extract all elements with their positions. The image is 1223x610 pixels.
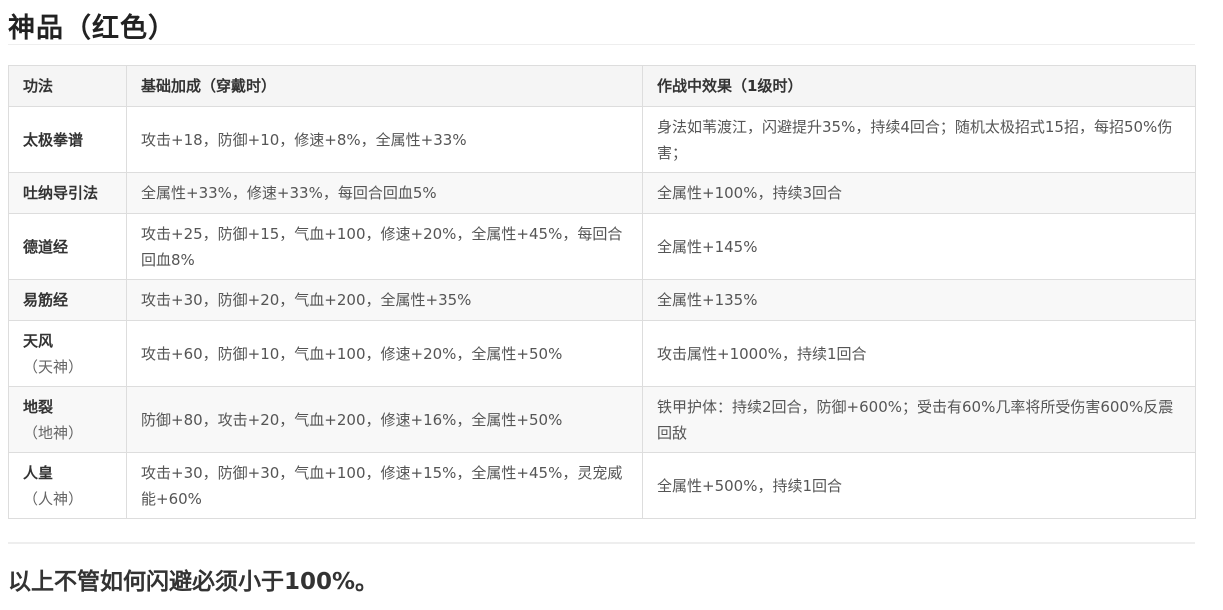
base-bonus-cell: 攻击+25，防御+15，气血+100，修速+20%，全属性+45%，每回合回血8…: [126, 213, 643, 280]
battle-effect-cell: 铁甲护体：持续2回合，防御+600%；受击有60%几率将所受伤害600%反震回敌: [642, 386, 1196, 453]
table-row: 地裂 （地神） 防御+80，攻击+20，气血+200，修速+16%，全属性+50%…: [8, 386, 1196, 453]
table-header-row: 功法 基础加成（穿戴时） 作战中效果（1级时）: [8, 65, 1196, 107]
base-bonus-cell: 攻击+18，防御+10，修速+8%，全属性+33%: [126, 106, 643, 173]
skill-name: 天风: [23, 331, 54, 350]
base-bonus-cell: 防御+80，攻击+20，气血+200，修速+16%，全属性+50%: [126, 386, 643, 453]
skill-note: （人神）: [23, 489, 84, 508]
base-bonus-cell: 攻击+30，防御+30，气血+100，修速+15%，全属性+45%，灵宠威能+6…: [126, 452, 643, 519]
header-battle-effect: 作战中效果（1级时）: [642, 65, 1196, 107]
skill-name-cell: 太极拳谱: [8, 106, 127, 173]
page-title: 神品（红色）: [8, 13, 176, 44]
battle-effect-cell: 全属性+500%，持续1回合: [642, 452, 1196, 519]
battle-effect-cell: 身法如苇渡江，闪避提升35%，持续4回合；随机太极招式15招，每招50%伤害；: [642, 106, 1196, 173]
base-bonus-cell: 攻击+60，防御+10，气血+100，修速+20%，全属性+50%: [126, 320, 643, 387]
table-row: 人皇 （人神） 攻击+30，防御+30，气血+100，修速+15%，全属性+45%…: [8, 452, 1196, 519]
skills-table: 功法 基础加成（穿戴时） 作战中效果（1级时） 太极拳谱 攻击+18，防御+10…: [8, 65, 1196, 519]
skill-name: 地裂: [23, 397, 54, 416]
skill-name: 人皇: [23, 463, 54, 482]
skill-name-cell: 人皇 （人神）: [8, 452, 127, 519]
skill-name: 太极拳谱: [23, 130, 84, 149]
table-row: 易筋经 攻击+30，防御+20，气血+200，全属性+35% 全属性+135%: [8, 279, 1196, 321]
footer-note: 以上不管如何闪避必须小于100%。: [8, 569, 379, 595]
skill-note: （地神）: [23, 423, 84, 442]
base-bonus-cell: 全属性+33%，修速+33%，每回合回血5%: [126, 172, 643, 214]
header-skill: 功法: [8, 65, 127, 107]
skill-name-cell: 天风 （天神）: [8, 320, 127, 387]
table-row: 太极拳谱 攻击+18，防御+10，修速+8%，全属性+33% 身法如苇渡江，闪避…: [8, 106, 1196, 173]
skill-name-cell: 德道经: [8, 213, 127, 280]
battle-effect-cell: 全属性+135%: [642, 279, 1196, 321]
table-row: 德道经 攻击+25，防御+15，气血+100，修速+20%，全属性+45%，每回…: [8, 213, 1196, 280]
skill-name-cell: 地裂 （地神）: [8, 386, 127, 453]
skill-name-cell: 吐纳导引法: [8, 172, 127, 214]
skill-name-cell: 易筋经: [8, 279, 127, 321]
skill-name: 德道经: [23, 237, 69, 256]
battle-effect-cell: 全属性+100%，持续3回合: [642, 172, 1196, 214]
skill-name: 易筋经: [23, 291, 69, 309]
title-divider: [8, 44, 1195, 45]
skill-name: 吐纳导引法: [23, 184, 99, 202]
section-divider: [8, 542, 1195, 544]
battle-effect-cell: 攻击属性+1000%，持续1回合: [642, 320, 1196, 387]
skill-note: （天神）: [23, 357, 84, 376]
table-row: 天风 （天神） 攻击+60，防御+10，气血+100，修速+20%，全属性+50%…: [8, 320, 1196, 387]
base-bonus-cell: 攻击+30，防御+20，气血+200，全属性+35%: [126, 279, 643, 321]
battle-effect-cell: 全属性+145%: [642, 213, 1196, 280]
header-base-bonus: 基础加成（穿戴时）: [126, 65, 643, 107]
table-row: 吐纳导引法 全属性+33%，修速+33%，每回合回血5% 全属性+100%，持续…: [8, 172, 1196, 214]
